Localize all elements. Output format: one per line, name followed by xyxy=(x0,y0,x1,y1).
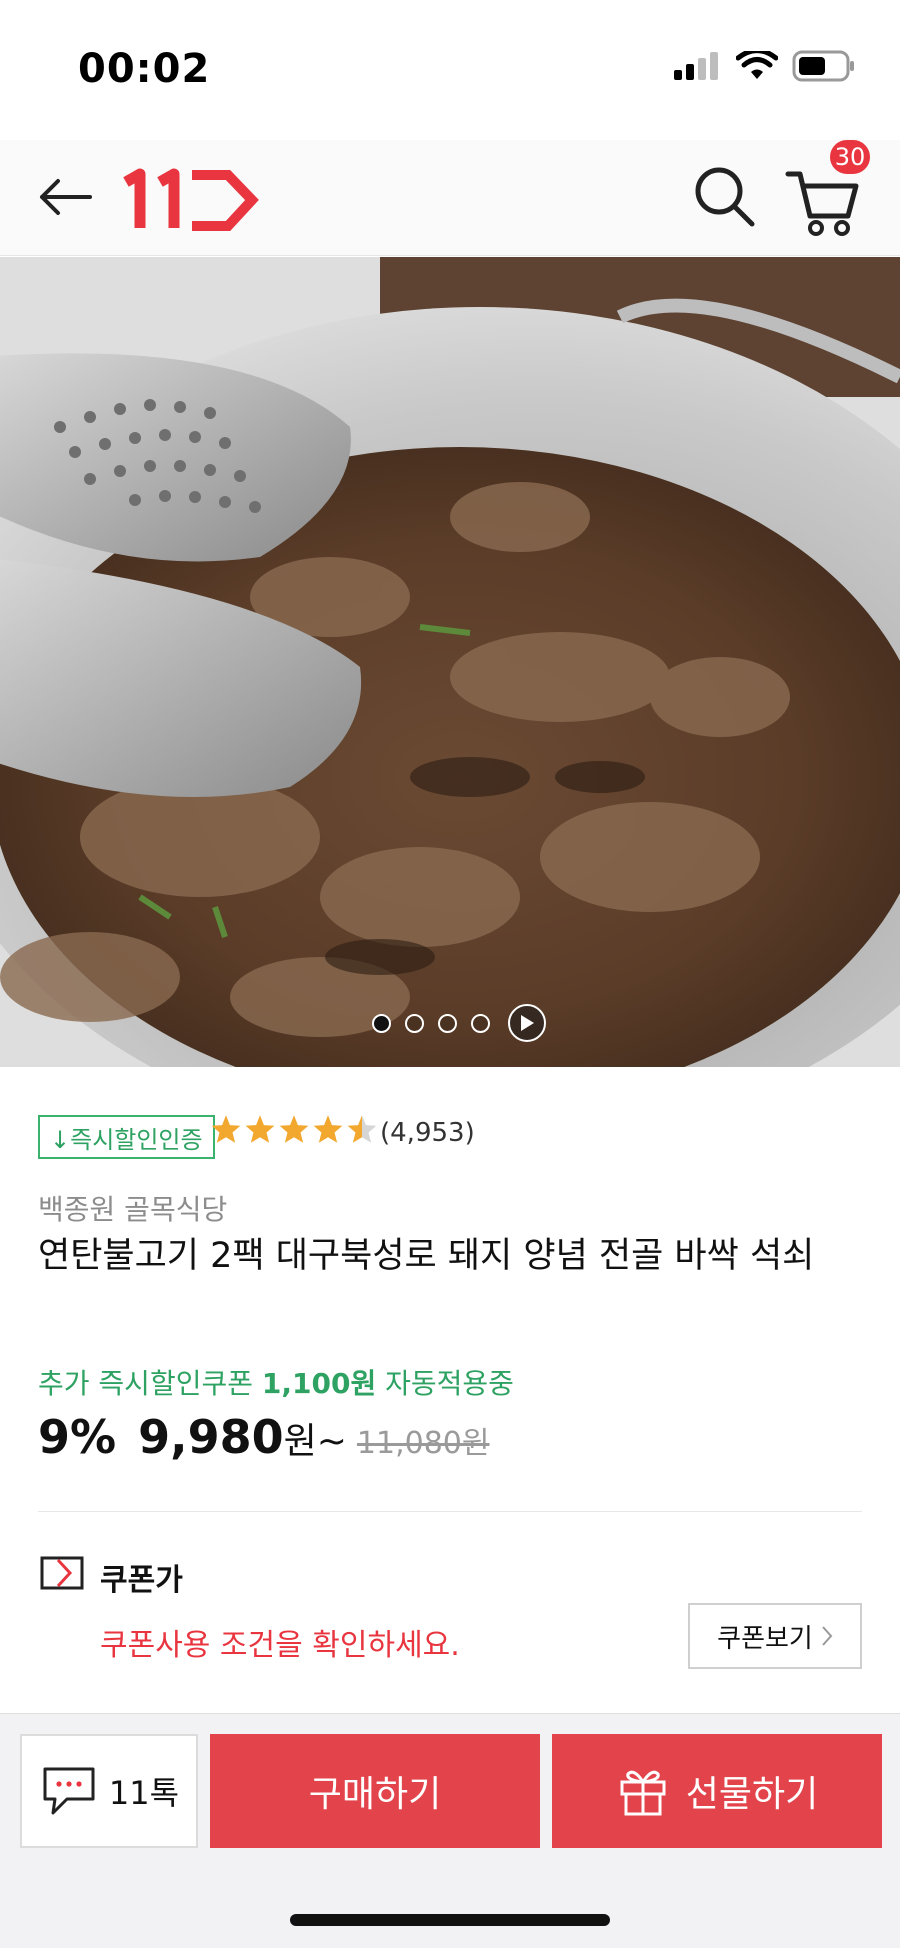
review-count[interactable]: (4,953) xyxy=(380,1118,475,1148)
original-price: 11,080원 xyxy=(356,1426,490,1461)
search-button[interactable] xyxy=(690,162,760,232)
home-indicator[interactable] xyxy=(290,1914,610,1926)
section-divider xyxy=(38,1511,862,1512)
product-title: 연탄불고기 2팩 대구북성로 돼지 양념 전골 바싹 석쇠 xyxy=(38,1236,815,1276)
chevron-right-icon xyxy=(822,1626,833,1646)
coupon-condition-warning: 쿠폰사용 조건을 확인하세요. xyxy=(100,1628,460,1663)
star-icon xyxy=(313,1115,343,1143)
instant-discount-cert-badge: ↓즉시할인인증 xyxy=(38,1115,215,1159)
price-unit: 원~ xyxy=(283,1421,347,1462)
bulgogi-photo xyxy=(0,257,900,1067)
coupon-note-suffix: 자동적용중 xyxy=(376,1367,514,1400)
pagination-dot[interactable] xyxy=(471,1013,490,1033)
view-coupon-button[interactable]: 쿠폰보기 xyxy=(688,1603,862,1669)
signal-icon xyxy=(674,52,718,80)
star-icon xyxy=(211,1115,241,1143)
sale-price: 9,980 xyxy=(138,1410,284,1464)
back-button[interactable] xyxy=(30,162,100,232)
cart-count-badge: 30 xyxy=(828,138,872,176)
pagination-dot[interactable] xyxy=(372,1013,391,1033)
pagination-dot[interactable] xyxy=(438,1013,457,1033)
buy-label: 구매하기 xyxy=(308,1774,442,1815)
eleven-talk-button[interactable]: 11톡 xyxy=(20,1734,198,1848)
status-icons xyxy=(674,50,856,82)
discount-rate: 9% xyxy=(38,1410,117,1464)
eleven-talk-label: 11톡 xyxy=(108,1774,180,1812)
coupon-price-label: 쿠폰가 xyxy=(100,1563,183,1598)
gift-icon xyxy=(620,1770,666,1816)
gift-label: 선물하기 xyxy=(685,1774,819,1815)
buy-button[interactable]: 구매하기 xyxy=(210,1734,540,1848)
brand-logo[interactable] xyxy=(120,158,260,238)
back-arrow-icon xyxy=(40,179,92,215)
search-icon xyxy=(695,167,755,227)
product-image[interactable] xyxy=(0,257,900,1067)
rating-stars[interactable] xyxy=(210,1114,378,1144)
wifi-icon xyxy=(736,51,778,79)
status-bar: 00:02 xyxy=(0,0,900,140)
play-icon xyxy=(521,1015,534,1031)
top-nav-bar xyxy=(0,140,900,256)
seller-name[interactable]: 백종원 골목식당 xyxy=(38,1188,227,1228)
pagination-dot[interactable] xyxy=(405,1013,424,1033)
auto-coupon-note: 추가 즉시할인쿠폰 1,100원 자동적용중 xyxy=(38,1362,514,1402)
coupon-note-prefix: 추가 즉시할인쿠폰 xyxy=(38,1367,262,1400)
battery-icon xyxy=(792,50,854,82)
half-star-icon xyxy=(347,1115,377,1143)
view-coupon-label: 쿠폰보기 xyxy=(717,1623,813,1654)
star-icon xyxy=(245,1115,275,1143)
status-time: 00:02 xyxy=(78,46,211,92)
video-play-button[interactable] xyxy=(508,1004,546,1042)
coupon-note-amount: 1,100원 xyxy=(261,1367,377,1400)
coupon-icon xyxy=(40,1556,84,1590)
star-icon xyxy=(279,1115,309,1143)
price-row: 9% 9,980 원~ 11,080원 xyxy=(38,1410,490,1464)
gift-button[interactable]: 선물하기 xyxy=(552,1734,882,1848)
eleven-street-logo-icon xyxy=(123,168,259,231)
image-pagination xyxy=(372,1004,546,1042)
chat-bubble-icon xyxy=(43,1767,95,1815)
